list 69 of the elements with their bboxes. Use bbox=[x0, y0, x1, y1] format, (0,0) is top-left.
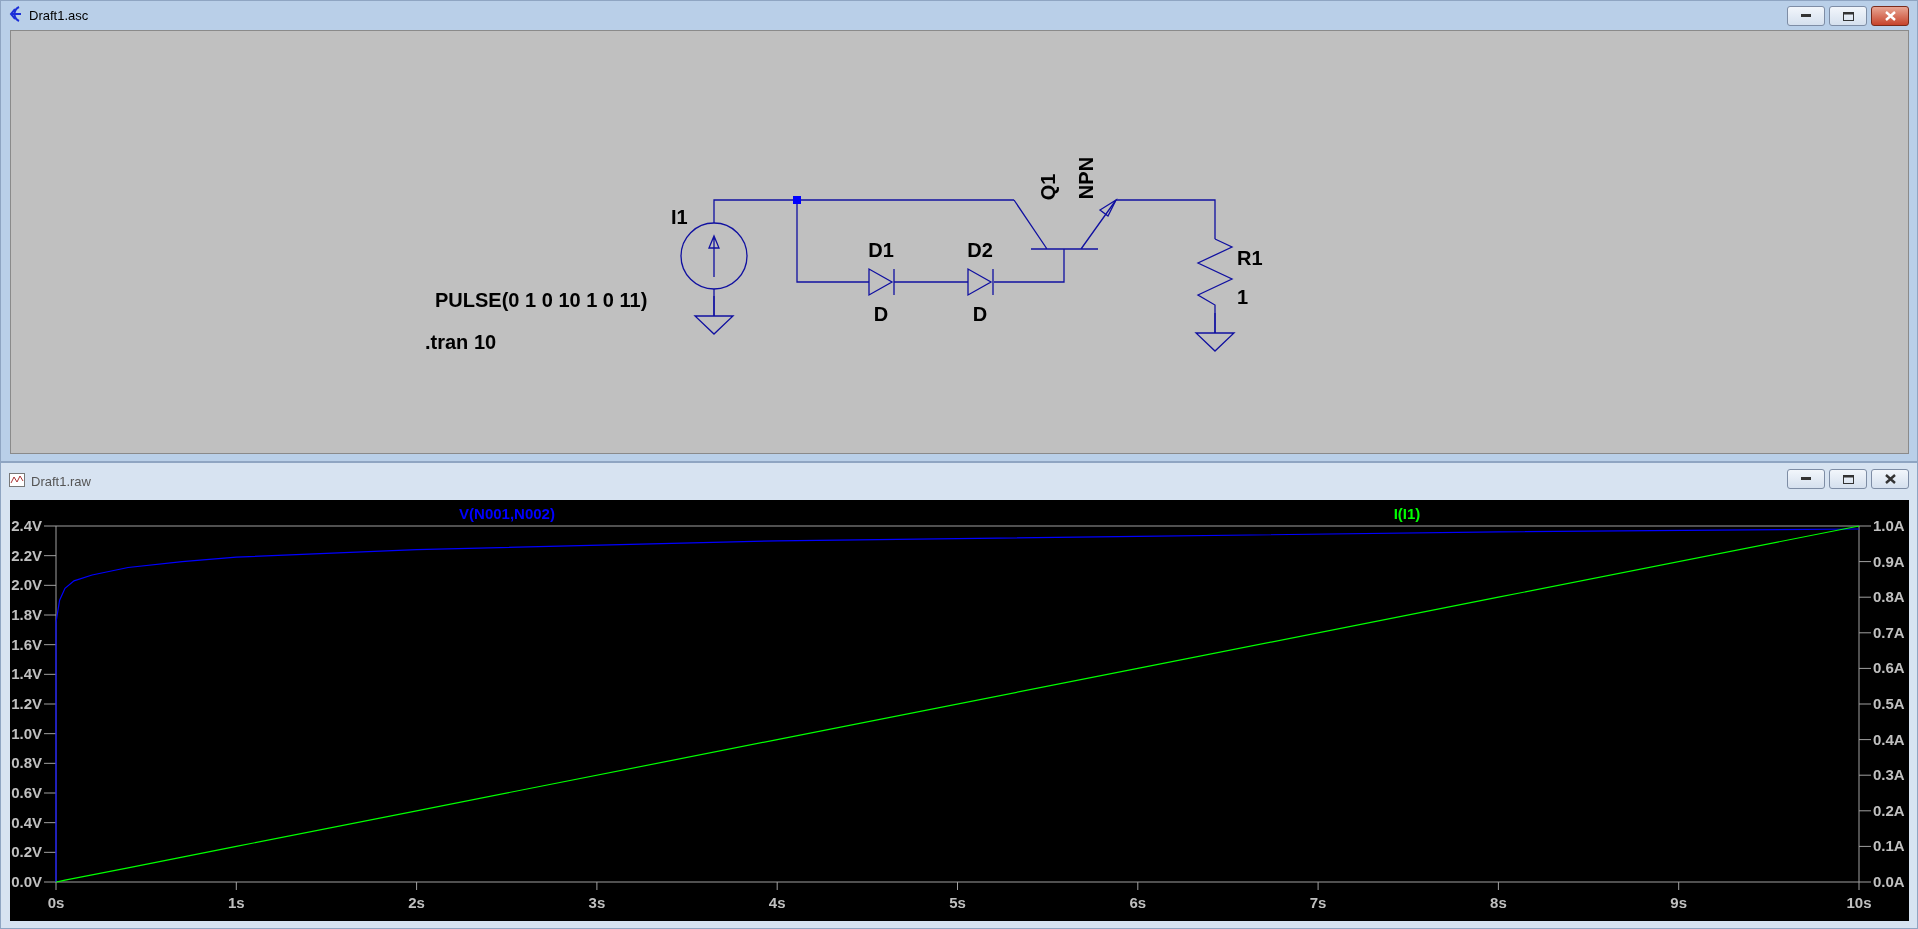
maximize-button[interactable] bbox=[1829, 6, 1867, 26]
window-title: Draft1.raw bbox=[31, 474, 91, 489]
component-value-label: D bbox=[972, 303, 988, 325]
axis-tick-label: 0.2A bbox=[1873, 801, 1905, 819]
axis-tick-label: 8s bbox=[1490, 894, 1507, 911]
axis-tick-label: 0.9A bbox=[1873, 552, 1905, 570]
axis-tick-label: 9s bbox=[1670, 894, 1688, 911]
maximize-button[interactable] bbox=[1829, 469, 1867, 489]
component-value-label: D bbox=[873, 303, 889, 325]
axis-tick-label: 2.0V bbox=[11, 576, 42, 594]
axis-tick-label: 0s bbox=[47, 894, 65, 911]
window-title: Draft1.asc bbox=[29, 8, 89, 23]
axis-tick-label: 6s bbox=[1129, 894, 1147, 911]
trace-label[interactable]: I(I1) bbox=[1393, 505, 1421, 522]
component-value-label: 1 bbox=[1237, 286, 1249, 308]
axis-tick-label: 0.4V bbox=[11, 813, 42, 831]
axis-tick-label: 0.8A bbox=[1873, 588, 1905, 606]
axis-tick-label: 3s bbox=[588, 894, 606, 911]
spice-directive: .tran 10 bbox=[425, 331, 497, 353]
close-button[interactable] bbox=[1871, 6, 1909, 26]
axis-tick-label: 0.0A bbox=[1873, 873, 1905, 890]
axis-tick-label: 0.4A bbox=[1873, 730, 1905, 748]
axis-tick-label: 1.2V bbox=[11, 695, 42, 712]
axis-tick-label: 0.6A bbox=[1873, 659, 1905, 677]
axis-tick-label: 5s bbox=[949, 894, 966, 911]
waveform-app-icon bbox=[9, 472, 25, 487]
diode-symbol bbox=[868, 268, 895, 297]
current-source-symbol bbox=[680, 222, 748, 290]
axis-tick-label: 0.8V bbox=[11, 754, 42, 772]
close-icon bbox=[1884, 11, 1896, 21]
maximize-icon bbox=[1842, 474, 1854, 484]
axis-tick-label: 1.8V bbox=[11, 606, 42, 623]
axis-tick-label: 2.4V bbox=[11, 517, 42, 534]
axis-tick-label: 0.0V bbox=[11, 873, 42, 890]
ground-symbol bbox=[1195, 312, 1236, 352]
minimize-button[interactable] bbox=[1787, 469, 1825, 489]
component-value-label: NPN bbox=[1075, 156, 1097, 200]
axis-tick-label: 10s bbox=[1846, 894, 1872, 911]
axis-tick-label: 4s bbox=[768, 894, 786, 911]
axis-tick-label: 2.2V bbox=[11, 546, 42, 564]
axis-tick-label: 1s bbox=[227, 894, 245, 911]
diode-symbol bbox=[967, 268, 994, 297]
component-value-label: PULSE(0 1 0 10 1 0 11) bbox=[435, 289, 648, 311]
wire bbox=[993, 248, 1065, 283]
close-button[interactable] bbox=[1871, 469, 1909, 489]
axis-tick-label: 1.0V bbox=[11, 724, 42, 742]
axis-tick-label: 2s bbox=[408, 894, 425, 911]
minimize-icon bbox=[1801, 477, 1811, 481]
axis-tick-label: 1.6V bbox=[11, 635, 42, 653]
ground-symbol bbox=[694, 295, 735, 335]
axis-tick-label: 0.5A bbox=[1873, 695, 1905, 712]
component-ref-label: D1 bbox=[868, 239, 894, 261]
component-ref-label: D2 bbox=[967, 239, 993, 261]
axis-tick-label: 0.6V bbox=[11, 784, 42, 801]
axis-tick-label: 0.7A bbox=[1873, 623, 1905, 641]
axis-tick-label: 0.2V bbox=[11, 843, 42, 861]
close-icon bbox=[1884, 474, 1896, 484]
maximize-icon bbox=[1842, 11, 1854, 21]
axis-tick-label: 1.0A bbox=[1873, 517, 1905, 534]
minimize-button[interactable] bbox=[1787, 6, 1825, 26]
axis-tick-label: 0.1A bbox=[1873, 837, 1905, 855]
axis-tick-label: 7s bbox=[1309, 894, 1327, 911]
component-ref-label: R1 bbox=[1237, 247, 1263, 269]
axis-tick-label: 1.4V bbox=[11, 665, 42, 683]
minimize-icon bbox=[1801, 14, 1811, 18]
app-icon bbox=[9, 5, 23, 22]
component-ref-label: Q1 bbox=[1037, 173, 1059, 201]
component-ref-label: I1 bbox=[671, 206, 688, 228]
axis-tick-label: 0.3A bbox=[1873, 766, 1905, 784]
